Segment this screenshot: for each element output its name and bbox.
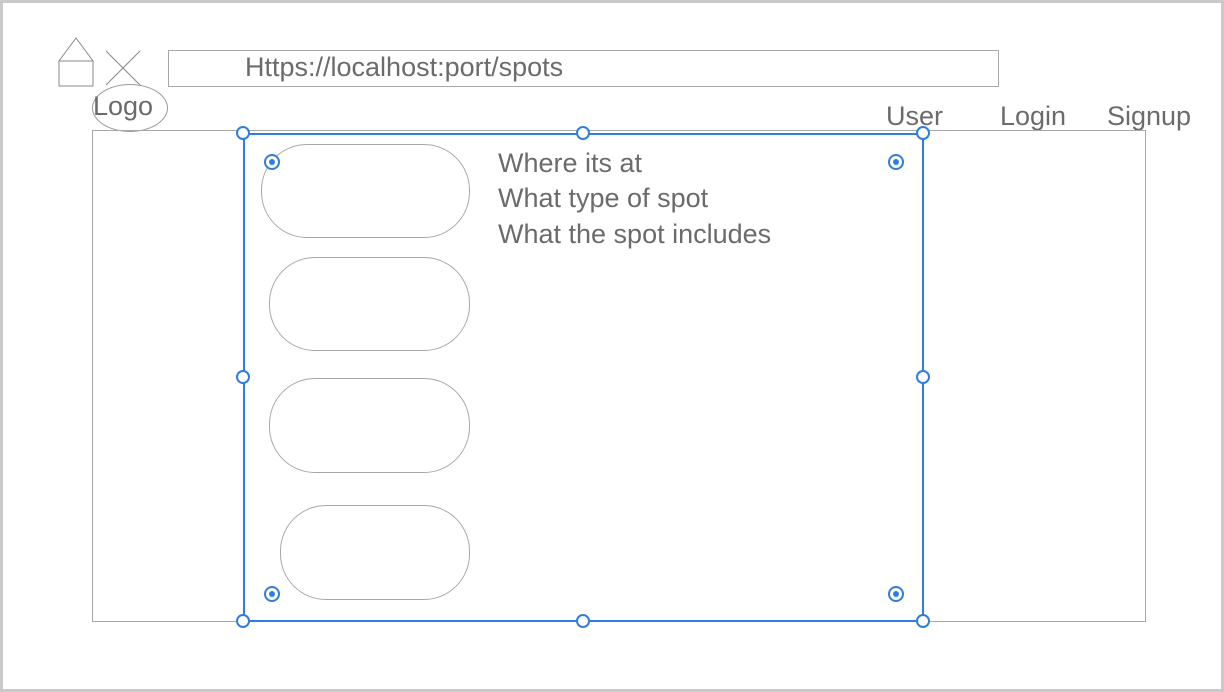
resize-handle-right[interactable] (916, 370, 930, 384)
anchor-pin-bottom-left[interactable] (264, 586, 280, 602)
resize-handle-top-right[interactable] (916, 126, 930, 140)
url-text: Https://localhost:port/spots (245, 52, 564, 82)
close-icon[interactable] (103, 48, 143, 88)
resize-handle-top-left[interactable] (236, 126, 250, 140)
anchor-pin-top-left[interactable] (264, 154, 280, 170)
nav-signup[interactable]: Signup (1107, 103, 1191, 130)
resize-handle-left[interactable] (236, 370, 250, 384)
anchor-pin-top-right[interactable] (888, 154, 904, 170)
logo-label: Logo (93, 91, 154, 121)
resize-handle-bottom[interactable] (576, 614, 590, 628)
anchor-pin-bottom-right[interactable] (888, 586, 904, 602)
home-icon[interactable] (57, 36, 95, 88)
selection-box[interactable] (243, 133, 924, 622)
nav-user[interactable]: User (886, 103, 943, 130)
nav-login[interactable]: Login (1000, 103, 1066, 130)
resize-handle-top[interactable] (576, 126, 590, 140)
resize-handle-bottom-left[interactable] (236, 614, 250, 628)
resize-handle-bottom-right[interactable] (916, 614, 930, 628)
wireframe-canvas: Https://localhost:port/spots Logo User L… (0, 0, 1224, 692)
